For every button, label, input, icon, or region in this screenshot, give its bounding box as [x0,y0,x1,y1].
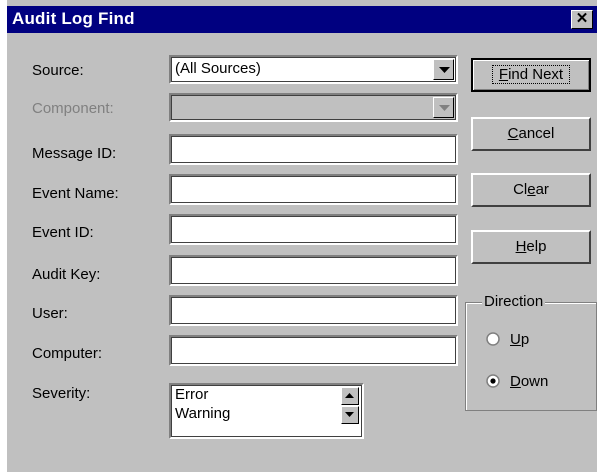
clear-mnemonic: e [527,181,536,198]
radio-unchecked-icon [486,332,500,346]
message-id-label: Message ID: [32,145,117,162]
computer-field[interactable] [169,335,458,366]
scroll-up-button[interactable] [341,387,359,405]
find-next-label: Find Next [491,65,571,84]
source-selected-value: (All Sources) [175,60,261,77]
title-bar[interactable]: Audit Log Find ✕ [7,6,597,33]
severity-label: Severity: [32,385,91,402]
close-button[interactable]: ✕ [571,10,593,29]
radio-checked-icon [486,374,500,388]
direction-groupbox: Direction Up Down [465,293,597,411]
cancel-button[interactable]: Cancel [471,117,591,151]
source-dropdown-button[interactable] [433,59,454,80]
down-text: own [520,373,549,390]
find-next-button[interactable]: Find Next [471,58,591,92]
find-next-mnemonic: F [498,66,509,83]
close-icon: ✕ [575,10,589,27]
clear-text-pre: Cl [513,181,528,198]
direction-title: Direction [482,293,546,310]
severity-option-warning[interactable]: Warning [175,405,230,422]
event-id-field[interactable] [169,214,458,245]
down-mnemonic: D [510,373,521,390]
help-mnemonic: H [515,238,527,255]
help-button[interactable]: Help [471,230,591,264]
direction-up-label: Up [510,331,529,348]
source-label: Source: [32,62,84,79]
direction-down-label: Down [510,373,548,390]
message-id-field[interactable] [169,134,458,165]
up-text: p [520,331,530,348]
scroll-down-button[interactable] [341,406,359,424]
up-mnemonic: U [510,331,521,348]
component-dropdown-button[interactable] [433,97,454,118]
computer-label: Computer: [32,345,103,362]
event-id-label: Event ID: [32,224,94,241]
audit-key-field[interactable] [169,255,458,286]
scroll-down-icon [345,412,354,417]
source-dropdown[interactable]: (All Sources) [169,55,458,84]
help-text: elp [526,238,547,255]
cancel-text: ancel [518,125,555,142]
audit-log-find-dialog: Audit Log Find ✕ Source: Component: Mess… [7,0,597,472]
dialog-title: Audit Log Find [12,9,135,28]
clear-text: ar [535,181,549,198]
severity-option-error[interactable]: Error [175,386,208,403]
clear-button[interactable]: Clear [471,173,591,207]
event-name-label: Event Name: [32,185,119,202]
find-next-text: ind Next [508,66,564,83]
user-label: User: [32,305,68,322]
cancel-mnemonic: C [507,125,519,142]
dropdown-arrow-icon [439,105,450,111]
scroll-up-icon [345,393,354,398]
severity-listbox[interactable]: Error Warning [169,383,364,439]
audit-key-label: Audit Key: [32,266,101,283]
component-label: Component: [32,100,114,117]
component-dropdown[interactable] [169,93,458,122]
user-field[interactable] [169,295,458,326]
event-name-field[interactable] [169,174,458,205]
dropdown-arrow-icon [439,67,450,73]
